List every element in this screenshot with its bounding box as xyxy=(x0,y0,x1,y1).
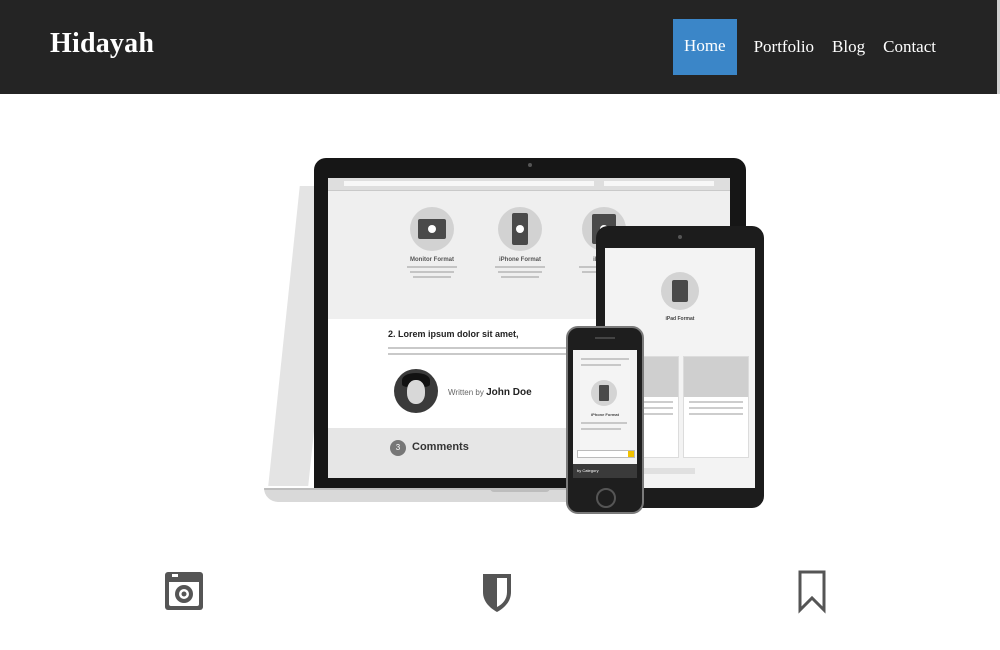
comments-title: Comments xyxy=(412,441,469,453)
phone-speaker xyxy=(595,337,615,339)
post-heading: 2. Lorem ipsum dolor sit amet, xyxy=(388,329,519,339)
browser-url-field xyxy=(344,181,594,186)
phone-icon xyxy=(498,207,542,251)
format-monitor: Monitor Format xyxy=(392,207,472,278)
phone-title: iPhone Format xyxy=(590,412,619,417)
format-title: Monitor Format xyxy=(410,257,454,263)
tablet-camera xyxy=(678,235,682,239)
nav-blog[interactable]: Blog xyxy=(823,19,874,75)
main-nav: Home Portfolio Blog Contact xyxy=(673,19,945,75)
hero-devices-image: Monitor Format iPhone Format iPad Fo 2. … xyxy=(262,150,782,520)
format-title: iPhone Format xyxy=(498,257,541,263)
tablet-title: iPad Format xyxy=(665,316,695,322)
features-row xyxy=(0,570,1000,630)
top-navbar: Hidayah Home Portfolio Blog Contact xyxy=(0,0,1000,94)
browser-search-field xyxy=(604,181,714,186)
phone-category-bar: by Category xyxy=(573,464,637,478)
monitor-icon xyxy=(410,207,454,251)
author-byline: Written by John Doe xyxy=(448,387,532,398)
laptop-camera xyxy=(528,163,532,167)
laptop-notch xyxy=(490,488,550,492)
nav-home[interactable]: Home xyxy=(673,19,737,75)
phone-format-icon xyxy=(591,380,617,406)
format-iphone: iPhone Format xyxy=(480,207,560,278)
nav-portfolio[interactable]: Portfolio xyxy=(745,19,823,75)
phone-screen: iPhone Format by Category xyxy=(573,350,637,478)
tablet-format-icon xyxy=(661,272,699,310)
bookmark-icon xyxy=(798,570,826,614)
browser-bar xyxy=(328,178,730,191)
tablet-card xyxy=(683,356,749,458)
phone-search-field xyxy=(577,450,635,458)
author-avatar xyxy=(394,369,438,413)
phone-category-label: by Category xyxy=(577,468,599,473)
phone-home-button xyxy=(596,488,616,508)
author-name: John Doe xyxy=(486,387,532,398)
camera-icon xyxy=(164,570,204,612)
nav-contact[interactable]: Contact xyxy=(874,19,945,75)
phone: iPhone Format by Category xyxy=(566,326,644,514)
written-by-label: Written by xyxy=(448,388,484,397)
comments-count-badge: 3 xyxy=(390,440,406,456)
shield-icon xyxy=(480,570,514,614)
site-brand[interactable]: Hidayah xyxy=(50,28,154,60)
